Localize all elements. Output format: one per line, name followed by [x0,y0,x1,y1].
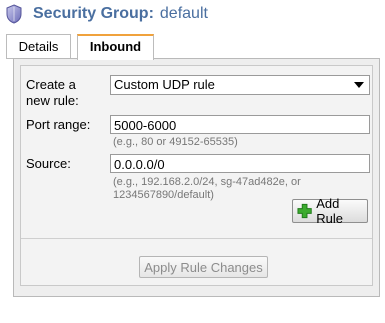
inbound-panel: Create a new rule: Custom UDP rule Port … [13,58,380,297]
port-range-label: Port range: [26,117,91,132]
port-range-input[interactable] [110,115,370,134]
source-hint-line1: (e.g., 192.168.2.0/24, sg-47ad482e, or [113,176,301,188]
tab-inbound[interactable]: Inbound [77,34,154,60]
rule-type-selected: Custom UDP rule [114,77,215,92]
source-hint-line2: 1234567890/default) [113,189,214,201]
tab-bar: Details Inbound [6,34,154,60]
page-title-value: default [159,5,208,22]
source-input[interactable] [110,154,370,173]
page-header: Security Group: default [3,3,208,25]
create-rule-label-line2: new rule: [26,93,79,108]
apply-rule-changes-label: Apply Rule Changes [144,259,263,275]
dropdown-arrow-icon [354,82,364,88]
form-divider [21,238,372,239]
create-rule-label-line1: Create a [26,77,76,92]
add-rule-button[interactable]: Add Rule [292,196,368,226]
shield-icon [6,4,22,24]
rule-form: Create a new rule: Custom UDP rule Port … [20,65,373,286]
rule-type-select[interactable]: Custom UDP rule [110,75,370,95]
port-range-hint: (e.g., 80 or 49152-65535) [113,136,238,148]
page-title-label: Security Group: [33,5,154,22]
source-label: Source: [26,156,71,171]
tab-details[interactable]: Details [6,34,71,59]
plus-icon [297,203,312,219]
apply-rule-changes-button[interactable]: Apply Rule Changes [139,256,268,278]
add-rule-label: Add Rule [316,196,343,226]
security-group-view: Security Group: default Details Inbound … [0,0,385,323]
